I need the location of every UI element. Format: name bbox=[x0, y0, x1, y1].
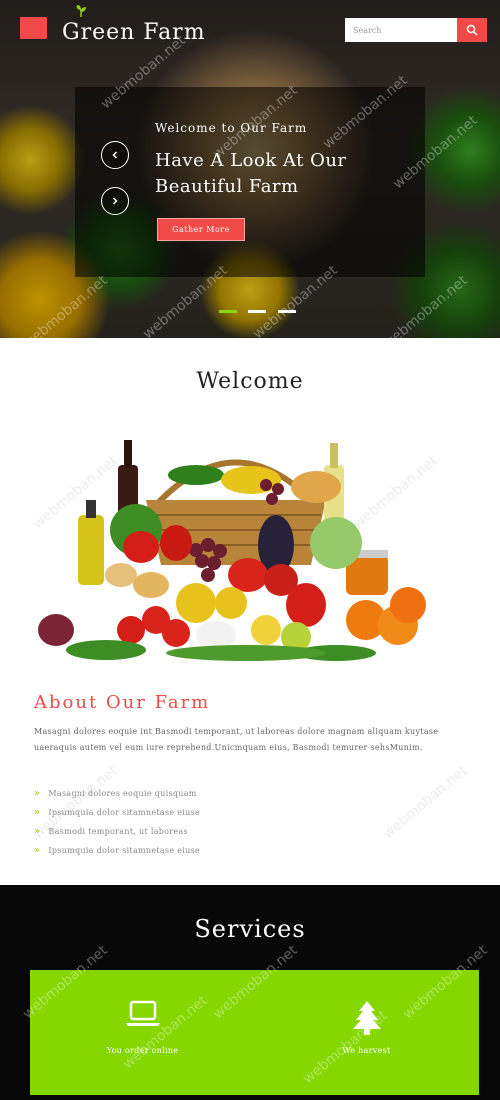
logo-icon[interactable] bbox=[20, 17, 47, 39]
service-label: We harvest bbox=[342, 1046, 391, 1055]
list-item-label: Ipsumquia dolor sitamnetase eiuse bbox=[48, 807, 201, 817]
list-item-label: Basmodi temporant, ut laboreas bbox=[48, 826, 188, 836]
about-feature-list: » Masagni dolores eoquie quisquam » Ipsumq… bbox=[34, 784, 200, 860]
slide-subtitle: Welcome to Our Farm bbox=[155, 121, 308, 135]
list-item: » Masagni dolores eoquie quisquam bbox=[34, 784, 200, 803]
list-item: » Ipsumquia dolor sitamnetase eiuse bbox=[34, 841, 200, 860]
search-icon bbox=[466, 24, 478, 36]
chevron-left-icon bbox=[112, 151, 118, 159]
tree-icon bbox=[352, 1001, 381, 1035]
watermark: webmoban.net bbox=[380, 762, 471, 843]
chevron-right-icon bbox=[112, 197, 118, 205]
slider-next-button[interactable] bbox=[101, 187, 129, 215]
welcome-heading: Welcome bbox=[196, 369, 304, 394]
gather-more-button[interactable]: Gather More bbox=[157, 218, 245, 241]
list-item: » Basmodi temporant, ut laboreas bbox=[34, 822, 200, 841]
double-chevron-right-icon: » bbox=[34, 825, 41, 837]
about-paragraph: Masagni dolores eoquie int Basmodi tempo… bbox=[34, 727, 439, 752]
slider-dot-1[interactable] bbox=[219, 310, 237, 313]
search-button[interactable] bbox=[457, 18, 487, 42]
slide-title: Have A Look At Our Beautiful Farm bbox=[155, 150, 347, 197]
double-chevron-right-icon: » bbox=[34, 806, 41, 818]
service-card-order-online[interactable]: You order online bbox=[30, 970, 255, 1095]
brand-name[interactable]: Green Farm bbox=[62, 20, 206, 45]
list-item: » Ipsumquia dolor sitamnetase eiuse bbox=[34, 803, 200, 822]
search-input[interactable] bbox=[345, 18, 457, 42]
service-card-harvest[interactable]: We harvest bbox=[254, 970, 479, 1095]
list-item-label: Ipsumquia dolor sitamnetase eiuse bbox=[48, 845, 201, 855]
list-item-label: Masagni dolores eoquie quisquam bbox=[48, 788, 197, 798]
slider-dot-3[interactable] bbox=[278, 310, 296, 313]
service-label: You order online bbox=[106, 1046, 179, 1055]
about-heading: About Our Farm bbox=[34, 692, 211, 713]
double-chevron-right-icon: » bbox=[34, 787, 41, 799]
double-chevron-right-icon: » bbox=[34, 844, 41, 856]
slider-dot-2[interactable] bbox=[248, 310, 266, 313]
leaf-icon bbox=[76, 5, 86, 17]
produce-basket-image bbox=[38, 440, 426, 661]
laptop-icon bbox=[125, 1000, 160, 1026]
services-heading: Services bbox=[194, 915, 306, 943]
slider-prev-button[interactable] bbox=[101, 141, 129, 169]
